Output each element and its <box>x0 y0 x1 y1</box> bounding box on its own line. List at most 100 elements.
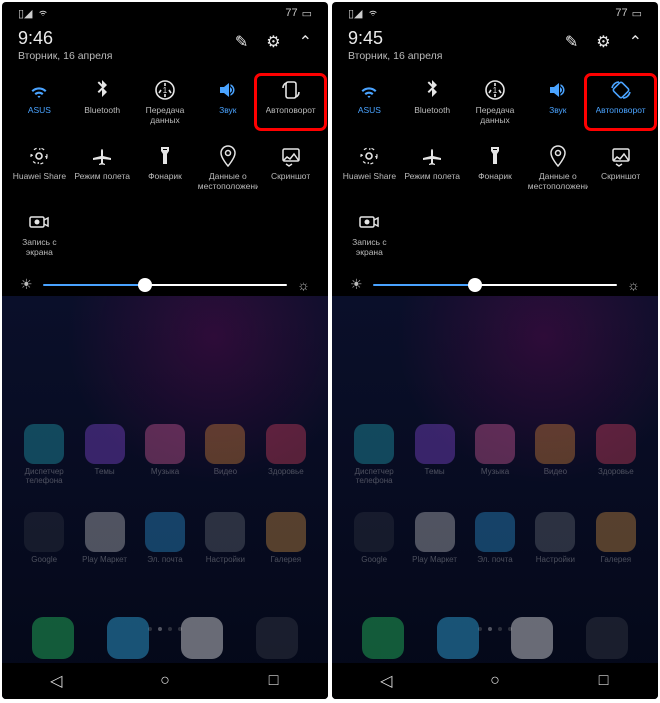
qs-tile-wifi[interactable]: ASUS <box>8 78 71 126</box>
nav-back-icon[interactable]: ◁ <box>40 671 72 691</box>
battery-icon: ▭ <box>302 7 312 20</box>
qs-tile-label: Запись с экрана <box>339 238 399 258</box>
dock-browser[interactable] <box>511 617 553 659</box>
dock-messages[interactable] <box>437 617 479 659</box>
qs-tile-location[interactable]: Данные о местоположении <box>526 144 589 192</box>
flashlight-icon <box>153 144 177 168</box>
status-left: ▯◢ <box>18 6 49 21</box>
edit-icon[interactable]: ✎ <box>235 32 248 52</box>
home-apps-grid: Диспетчер телефона Темы Музыка Видео Здоровь… <box>332 424 658 564</box>
app-label: Галерея <box>600 556 631 565</box>
dock <box>2 617 328 659</box>
status-left: ▯◢ <box>348 6 379 21</box>
qs-tile-label: Данные о местоположении <box>198 172 258 192</box>
app-icon[interactable]: Эл. почта <box>465 512 525 565</box>
edit-icon[interactable]: ✎ <box>565 32 578 52</box>
share-icon <box>27 144 51 168</box>
brightness-low-icon: ☀ <box>20 276 33 293</box>
app-icon[interactable]: Play Маркет <box>404 512 464 565</box>
qs-tile-data[interactable]: 1Передача данных <box>464 78 527 126</box>
nav-home-icon[interactable]: ○ <box>149 672 181 690</box>
app-glyph <box>475 424 515 464</box>
app-label: Темы <box>95 468 115 477</box>
app-label: Музыка <box>151 468 179 477</box>
brightness-slider[interactable] <box>43 284 288 286</box>
qs-tile-label: Режим полета <box>74 172 130 192</box>
app-label: Видео <box>214 468 237 477</box>
brightness-high-icon: ☼ <box>627 277 640 293</box>
app-icon[interactable]: Видео <box>195 424 255 486</box>
qs-tile-label: Bluetooth <box>84 106 120 126</box>
qs-tile-label: Bluetooth <box>414 106 450 126</box>
screenshot-icon <box>609 144 633 168</box>
dock-messages[interactable] <box>107 617 149 659</box>
app-icon[interactable]: Музыка <box>135 424 195 486</box>
app-icon[interactable]: Настройки <box>195 512 255 565</box>
qs-tile-wifi[interactable]: ASUS <box>338 78 401 126</box>
qs-tile-flashlight[interactable]: Фонарик <box>134 144 197 192</box>
nav-recent-icon[interactable]: □ <box>588 672 620 690</box>
collapse-icon[interactable]: ⌃ <box>629 32 642 52</box>
dock-camera[interactable] <box>256 617 298 659</box>
header-actions: ✎ ⚙ ⌃ <box>235 32 312 52</box>
dock-browser[interactable] <box>181 617 223 659</box>
settings-icon[interactable]: ⚙ <box>266 32 280 52</box>
app-glyph <box>85 424 125 464</box>
dock-phone[interactable] <box>362 617 404 659</box>
app-label: Темы <box>425 468 445 477</box>
dock-phone[interactable] <box>32 617 74 659</box>
share-icon <box>357 144 381 168</box>
app-icon[interactable]: Play Маркет <box>74 512 134 565</box>
qs-tile-sound[interactable]: Звук <box>526 78 589 126</box>
app-icon[interactable]: Диспетчер телефона <box>14 424 74 486</box>
qs-tile-airplane[interactable]: Режим полета <box>401 144 464 192</box>
qs-tile-label: Передача данных <box>135 106 195 126</box>
qs-tile-record[interactable]: Запись с экрана <box>338 210 401 258</box>
nav-recent-icon[interactable]: □ <box>258 672 290 690</box>
app-icon[interactable]: Настройки <box>525 512 585 565</box>
nav-home-icon[interactable]: ○ <box>479 672 511 690</box>
qs-tile-label: Звук <box>549 106 566 126</box>
qs-tile-location[interactable]: Данные о местоположении <box>196 144 259 192</box>
qs-tile-bluetooth[interactable]: Bluetooth <box>71 78 134 126</box>
collapse-icon[interactable]: ⌃ <box>299 32 312 52</box>
qs-tile-autorotate-on[interactable]: Автоповорот <box>589 78 652 126</box>
app-icon[interactable]: Темы <box>74 424 134 486</box>
qs-tile-bluetooth[interactable]: Bluetooth <box>401 78 464 126</box>
app-glyph <box>205 512 245 552</box>
app-icon[interactable]: Здоровье <box>256 424 316 486</box>
qs-tile-flashlight[interactable]: Фонарик <box>464 144 527 192</box>
qs-tile-record[interactable]: Запись с экрана <box>8 210 71 258</box>
qs-tile-share[interactable]: Huawei Share <box>338 144 401 192</box>
app-icon[interactable]: Здоровье <box>586 424 646 486</box>
dock-camera[interactable] <box>586 617 628 659</box>
qs-tile-airplane[interactable]: Режим полета <box>71 144 134 192</box>
app-glyph <box>24 424 64 464</box>
app-icon[interactable]: Галерея <box>586 512 646 565</box>
app-icon[interactable]: Диспетчер телефона <box>344 424 404 486</box>
qs-tile-sound[interactable]: Звук <box>196 78 259 126</box>
wifi-status-icon <box>367 6 379 21</box>
app-icon[interactable]: Музыка <box>465 424 525 486</box>
app-label: Видео <box>544 468 567 477</box>
qs-tile-screenshot[interactable]: Скриншот <box>259 144 322 192</box>
app-icon[interactable]: Эл. почта <box>135 512 195 565</box>
qs-tile-data[interactable]: 1Передача данных <box>134 78 197 126</box>
status-bar: ▯◢77▭ <box>332 2 658 24</box>
navigation-bar: ◁ ○ □ <box>332 663 658 699</box>
signal-icon: ▯◢ <box>18 7 33 20</box>
qs-tile-autorotate[interactable]: Автоповорот <box>259 78 322 126</box>
brightness-slider[interactable] <box>373 284 618 286</box>
app-icon[interactable]: Видео <box>525 424 585 486</box>
settings-icon[interactable]: ⚙ <box>596 32 610 52</box>
nav-back-icon[interactable]: ◁ <box>370 671 402 691</box>
app-icon[interactable]: Google <box>344 512 404 565</box>
app-glyph <box>266 512 306 552</box>
qs-tile-share[interactable]: Huawei Share <box>8 144 71 192</box>
app-icon[interactable]: Темы <box>404 424 464 486</box>
qs-tile-screenshot[interactable]: Скриншот <box>589 144 652 192</box>
bluetooth-icon <box>90 78 114 102</box>
app-icon[interactable]: Галерея <box>256 512 316 565</box>
app-icon[interactable]: Google <box>14 512 74 565</box>
data-icon: 1 <box>483 78 507 102</box>
